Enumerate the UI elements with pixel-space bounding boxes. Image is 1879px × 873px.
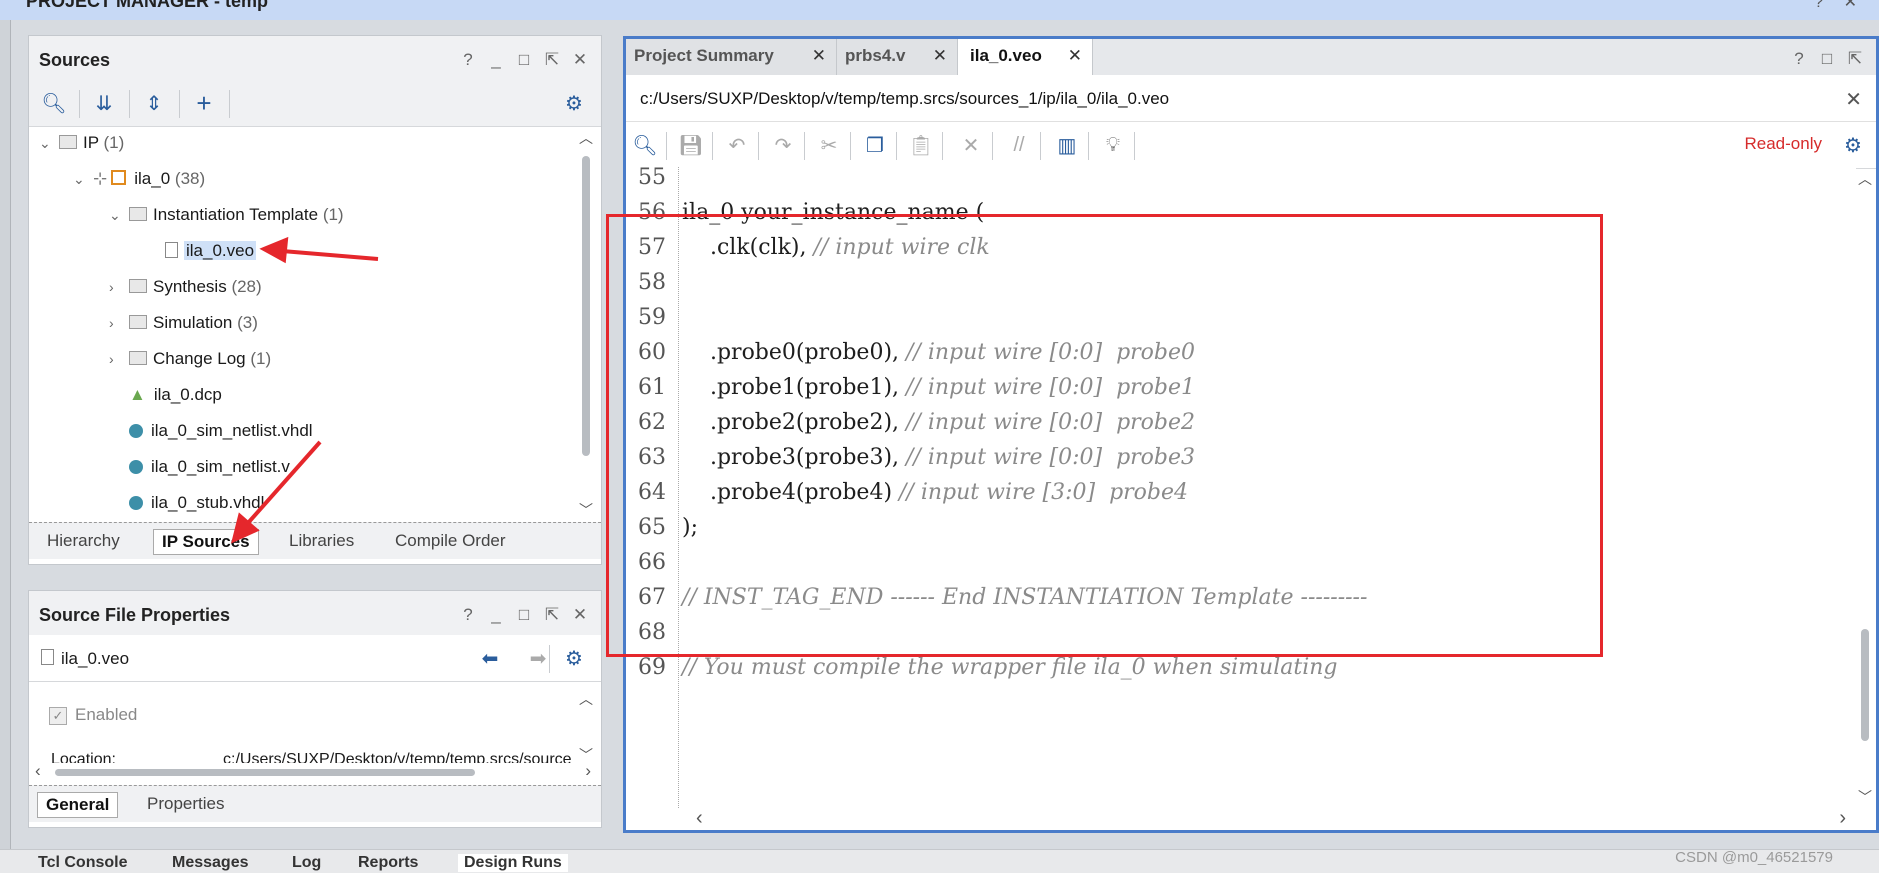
annotation-arrows <box>231 236 379 544</box>
tab-design-runs[interactable]: Design Runs <box>458 854 568 872</box>
arrow-to-ip-sources-tab <box>246 440 322 525</box>
arrowhead <box>259 236 289 264</box>
watermark: CSDN @m0_46521579 <box>1675 849 1833 866</box>
tab-reports[interactable]: Reports <box>358 854 418 872</box>
tab-log[interactable]: Log <box>292 854 321 872</box>
tab-messages[interactable]: Messages <box>172 854 249 872</box>
arrow-to-veo-file <box>281 249 379 261</box>
bottom-panel-tabs: Tcl Console Messages Log Reports Design … <box>0 849 1879 873</box>
tab-tcl-console[interactable]: Tcl Console <box>38 854 128 872</box>
